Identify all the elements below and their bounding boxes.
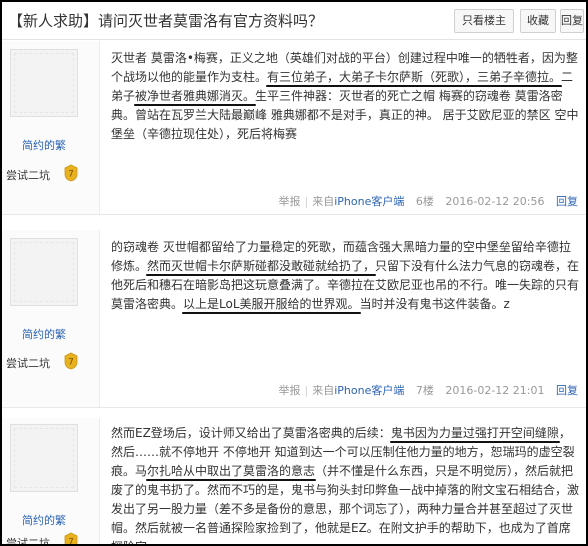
underlined-text: 有三位弟子，大弟子卡尔萨斯（死歌），三弟子辛德拉。 <box>267 70 562 84</box>
post-time: 2016-02-12 21:01 <box>445 384 545 397</box>
favorite-button[interactable]: 收藏 <box>520 9 556 33</box>
post-time: 2016-02-12 20:56 <box>445 195 545 208</box>
floor-number: 6楼 <box>415 195 434 208</box>
member-badge: 尝试二坑 7 <box>6 532 92 546</box>
level-number: 7 <box>68 358 74 368</box>
badge-title: 尝试二坑 <box>6 169 50 182</box>
reply-button[interactable]: 回复 <box>560 9 584 33</box>
underlined-text: 以上是LoL美服开服给的世界观。 <box>183 297 360 311</box>
client-link[interactable]: iPhone客户端 <box>334 384 404 397</box>
badge-title: 尝试二坑 <box>6 537 50 546</box>
level-number: 7 <box>68 170 74 180</box>
underlined-text: 尔扎哈从中取出了莫雷洛的意志 <box>147 464 316 478</box>
post-meta: 举报 | 来自iPhone客户端 6楼 2016-02-12 20:56 回复 <box>278 195 578 208</box>
only-op-button[interactable]: 只看楼主 <box>454 9 514 33</box>
underlined-text: 然而灭世帽卡尔萨斯碰都没敢碰就给扔了， <box>147 259 376 273</box>
post-meta: 举报 | 来自iPhone客户端 7楼 2016-02-12 21:01 回复 <box>278 384 578 397</box>
post-floor-6: 简约的繁 尝试二坑 7 灭世者 莫雷洛•梅赛，正义之地（英雄们对战的平台）创建过… <box>2 41 586 215</box>
source-label: 来自 <box>312 384 335 397</box>
post-text: 当时并没有鬼书这件装备。z <box>359 297 510 311</box>
level-number: 7 <box>68 538 74 546</box>
thread-title: 【新人求助】请问灭世者莫雷洛有官方资料吗？ <box>8 12 324 30</box>
report-link[interactable]: 举报 <box>279 195 301 208</box>
bear-paw-level-icon: 7 <box>64 164 78 182</box>
reply-link[interactable]: 回复 <box>556 384 578 397</box>
avatar[interactable] <box>10 49 78 117</box>
username-link[interactable]: 简约的繁 <box>2 512 86 528</box>
client-link[interactable]: iPhone客户端 <box>334 195 404 208</box>
underlined-text: 鬼书因为力量过强打开空间缝隙 <box>390 426 559 440</box>
report-link[interactable]: 举报 <box>279 384 301 397</box>
page-frame: 【新人求助】请问灭世者莫雷洛有官方资料吗？ 只看楼主 收藏 回复 简约的繁 尝试… <box>0 0 588 546</box>
floor-number: 7楼 <box>415 384 434 397</box>
member-badge: 尝试二坑 7 <box>6 164 92 184</box>
thread-header: 【新人求助】请问灭世者莫雷洛有官方资料吗？ 只看楼主 收藏 回复 <box>2 2 586 40</box>
post-text: 然而EZ登场后，设计师又给出了莫雷洛密典的后续： <box>111 426 391 440</box>
post-body: 的窃魂卷 灭世帽都留给了力量稳定的死歌，而蕴含强大黑暗力量的空中堡垒留给辛德拉修… <box>111 238 581 314</box>
source-label: 来自 <box>312 195 335 208</box>
post-body: 然而EZ登场后，设计师又给出了莫雷洛密典的后续：鬼书因为力量过强打开空间缝隙，然… <box>111 424 581 544</box>
badge-title: 尝试二坑 <box>6 357 50 370</box>
bear-paw-level-icon: 7 <box>64 532 78 546</box>
reply-link[interactable]: 回复 <box>556 195 578 208</box>
member-badge: 尝试二坑 7 <box>6 352 92 372</box>
bear-paw-level-icon: 7 <box>64 352 78 370</box>
avatar[interactable] <box>10 238 78 306</box>
user-sidebar: 简约的繁 尝试二坑 7 <box>2 41 100 214</box>
user-sidebar: 简约的繁 尝试二坑 7 <box>2 230 100 407</box>
post-floor-7: 简约的繁 尝试二坑 7 的窃魂卷 灭世帽都留给了力量稳定的死歌，而蕴含强大黑暗力… <box>2 230 586 408</box>
post-floor-8: 简约的繁 尝试二坑 7 然而EZ登场后，设计师又给出了莫雷洛密典的后续：鬼书因为… <box>2 418 586 546</box>
post-body: 灭世者 莫雷洛•梅赛，正义之地（英雄们对战的平台）创建过程中唯一的牺牲者，因为整… <box>111 49 581 144</box>
user-sidebar: 简约的繁 尝试二坑 7 <box>2 418 100 546</box>
underlined-text: 被净世者雅典娜消灭。 <box>135 89 256 103</box>
username-link[interactable]: 简约的繁 <box>2 137 86 153</box>
username-link[interactable]: 简约的繁 <box>2 326 86 342</box>
avatar[interactable] <box>10 424 78 492</box>
